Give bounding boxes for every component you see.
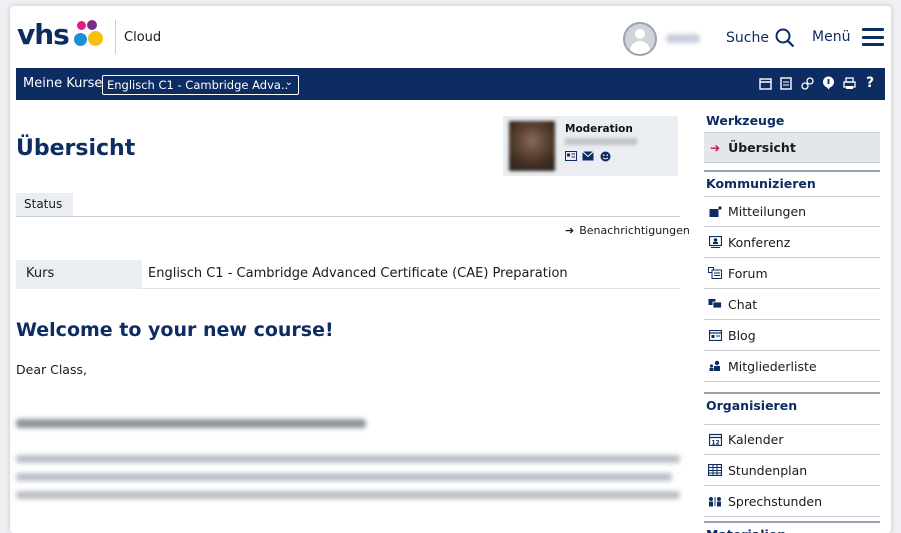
notifications-link[interactable]: ➔ Benachrichtigungen xyxy=(565,224,690,237)
blurred-paragraph-heading xyxy=(16,419,366,428)
smiley-icon[interactable] xyxy=(599,151,611,162)
vhs-logo[interactable]: vhs xyxy=(17,18,103,51)
sidebar-item-label: Chat xyxy=(728,296,758,312)
calendar-icon[interactable] xyxy=(758,75,772,91)
page-title: Übersicht xyxy=(16,136,136,161)
chevron-down-icon: ⌄ xyxy=(284,77,293,88)
blurred-paragraph-line xyxy=(16,491,680,499)
sidebar-item-label: Mitteilungen xyxy=(728,204,807,219)
notifications-label: Benachrichtigungen xyxy=(579,224,690,237)
forum-icon xyxy=(708,266,722,280)
course-value: Englisch C1 - Cambridge Advanced Certifi… xyxy=(148,266,568,281)
sidebar-item-mitteilungen[interactable]: Mitteilungen xyxy=(704,196,880,227)
notes-icon[interactable] xyxy=(779,75,793,91)
header-divider xyxy=(115,20,116,54)
blog-icon xyxy=(708,328,722,342)
arrow-right-icon: ➔ xyxy=(565,224,575,237)
sidebar-item-blog[interactable]: Blog xyxy=(704,320,880,351)
menu-button[interactable]: Menü xyxy=(812,28,885,46)
conference-icon xyxy=(708,235,722,249)
sidebar-item-label: Blog xyxy=(728,327,756,343)
info-icon[interactable] xyxy=(821,75,835,91)
office-hours-icon xyxy=(708,494,722,508)
arrow-right-icon: ➔ xyxy=(710,140,721,155)
print-icon[interactable] xyxy=(842,75,856,91)
sidebar-item-label: Mitgliederliste xyxy=(728,358,817,374)
sidebar-section-materialien: Materialien xyxy=(704,521,880,533)
logo-text: vhs xyxy=(17,18,70,51)
sidebar-item-uebersicht[interactable]: ➔ Übersicht xyxy=(704,132,880,163)
sidebar-item-label: Stundenplan xyxy=(728,462,808,478)
user-name-blurred[interactable] xyxy=(666,34,700,43)
search-button[interactable]: Suche xyxy=(726,28,795,48)
app-window: vhs Cloud Suche Menü Meine Kurse Englisc… xyxy=(10,6,891,533)
menu-label: Menü xyxy=(812,29,851,45)
course-info-row: Kurs Englisch C1 - Cambridge Advanced Ce… xyxy=(16,260,680,289)
search-label: Suche xyxy=(726,30,769,46)
sidebar-item-kalender[interactable]: 12 Kalender xyxy=(704,424,880,455)
course-key: Kurs xyxy=(16,260,142,289)
mail-icon[interactable] xyxy=(582,151,594,162)
tab-divider xyxy=(16,216,680,217)
sidebar-item-label: Sprechstunden xyxy=(728,493,823,509)
navbar-tools: ? xyxy=(758,75,877,91)
sidebar-item-konferenz[interactable]: Konferenz xyxy=(704,227,880,258)
course-navbar: Meine Kurse Englisch C1 - Cambridge Adva… xyxy=(16,68,885,100)
sidebar-item-chat[interactable]: Chat xyxy=(704,289,880,320)
help-icon[interactable]: ? xyxy=(863,75,877,91)
blurred-paragraph-line xyxy=(16,473,672,481)
sidebar-section-kommunizieren: Kommunizieren xyxy=(704,170,880,191)
tools-sidebar: Werkzeuge ➔ Übersicht Kommunizieren Mitt… xyxy=(704,107,880,533)
moderation-title: Moderation xyxy=(565,123,633,135)
cloud-label: Cloud xyxy=(124,30,162,45)
moderator-actions xyxy=(565,151,611,162)
logo-dots-icon xyxy=(73,19,103,50)
welcome-heading: Welcome to your new course! xyxy=(16,319,334,341)
sidebar-item-label: Konferenz xyxy=(728,234,791,250)
my-courses-label: Meine Kurse xyxy=(23,76,103,91)
sidebar-section-organisieren: Organisieren xyxy=(704,392,880,413)
course-select-value: Englisch C1 - Cambridge Adva.. xyxy=(107,78,289,92)
blurred-paragraph-line xyxy=(16,455,680,463)
sidebar-item-label: Übersicht xyxy=(728,140,796,155)
sidebar-item-label: Kalender xyxy=(728,432,784,447)
sidebar-item-label: Forum xyxy=(728,265,768,281)
chat-icon xyxy=(708,297,722,311)
sidebar-item-mitgliederliste[interactable]: Mitgliederliste xyxy=(704,351,880,382)
timetable-icon xyxy=(708,463,722,477)
svg-text:12: 12 xyxy=(711,440,719,447)
moderator-name-blurred[interactable] xyxy=(565,138,637,145)
search-icon xyxy=(775,28,795,48)
tab-status[interactable]: Status xyxy=(16,193,73,216)
course-select[interactable]: Englisch C1 - Cambridge Adva.. ⌄ xyxy=(102,75,299,95)
members-icon xyxy=(708,359,722,373)
link-icon[interactable] xyxy=(800,75,814,91)
sidebar-item-sprechstunden[interactable]: Sprechstunden xyxy=(704,486,880,517)
sidebar-item-forum[interactable]: Forum xyxy=(704,258,880,289)
greeting-text: Dear Class, xyxy=(16,362,87,377)
message-icon xyxy=(708,205,722,219)
calendar-icon: 12 xyxy=(708,433,722,447)
top-header: vhs Cloud Suche Menü xyxy=(10,6,891,68)
sidebar-item-stundenplan[interactable]: Stundenplan xyxy=(704,455,880,486)
user-avatar[interactable] xyxy=(623,22,657,56)
vcard-icon[interactable] xyxy=(565,151,577,162)
hamburger-icon xyxy=(862,28,885,46)
sidebar-section-werkzeuge: Werkzeuge xyxy=(706,113,785,128)
main-content: Übersicht Moderation Status ➔ Benachricht… xyxy=(16,100,690,533)
moderation-card: Moderation xyxy=(503,116,678,176)
moderator-photo[interactable] xyxy=(509,121,555,171)
